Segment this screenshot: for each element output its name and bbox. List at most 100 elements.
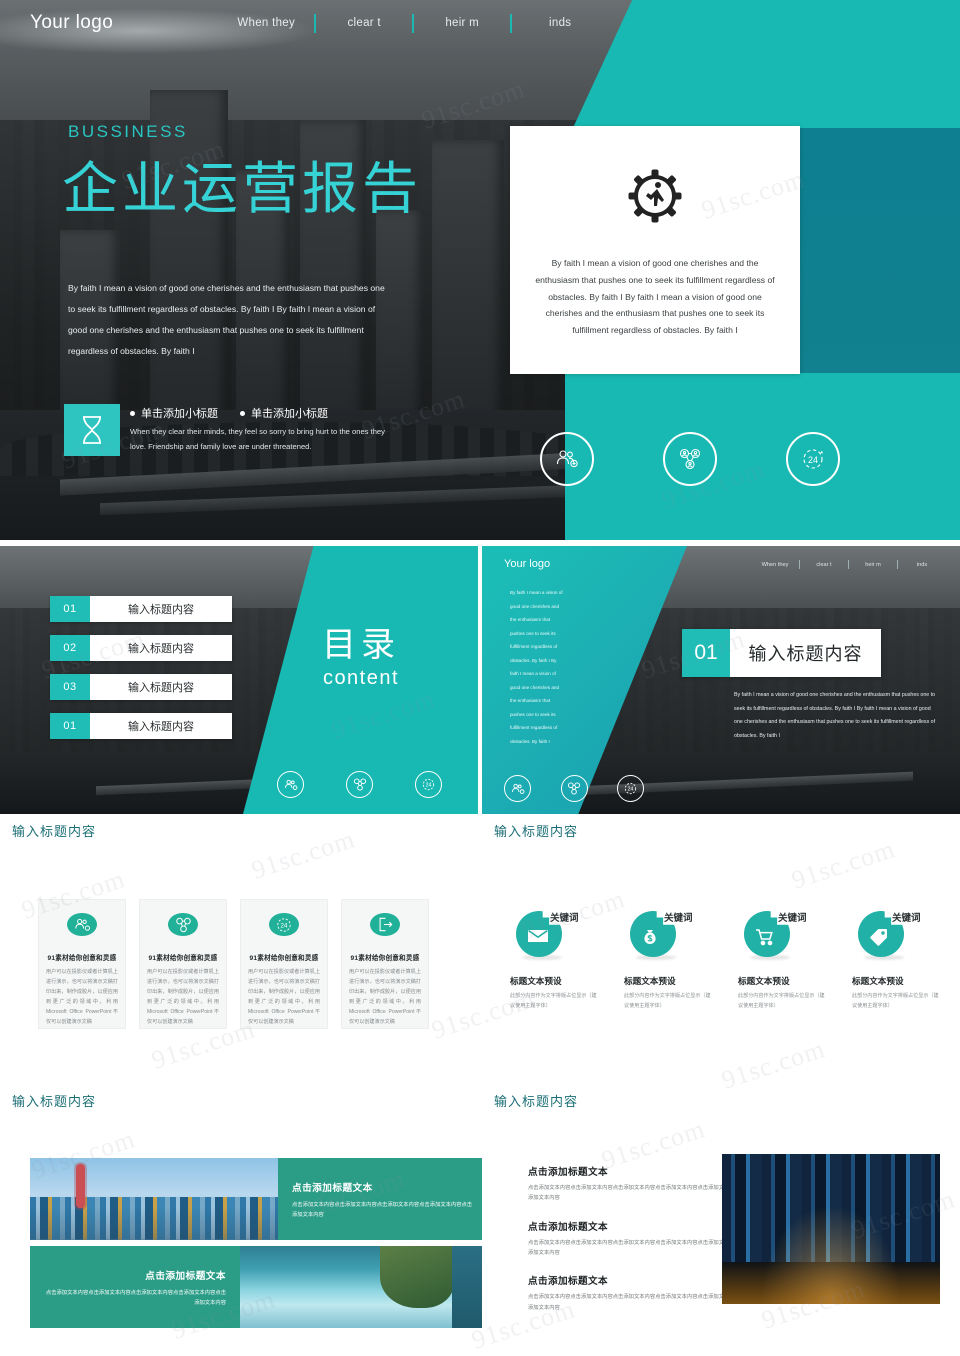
toc-title-cn: 目录 (322, 626, 400, 664)
feature-card[interactable]: 24 91素材给你创意和灵感 用户可以在投影仪或者计算机上进行演示，也可以将演示… (240, 899, 328, 1029)
toc-label: 输入标题内容 (90, 674, 232, 700)
keyword-badge: 关键词 (630, 911, 693, 960)
toc-circle-icons: 24 (277, 771, 442, 798)
logo[interactable]: Your logo (30, 12, 113, 34)
exit-door-icon (370, 913, 400, 937)
nav-item-2[interactable]: heir m (414, 17, 510, 29)
detail-label: 输入标题内容 (730, 629, 881, 677)
detail-nav: When they clear t heir m inds (751, 560, 946, 569)
detail-slide: Your logo When they clear t heir m inds … (482, 546, 960, 814)
hourglass-icon (64, 404, 120, 456)
shanghai-skyline-day-photo (30, 1158, 278, 1240)
nav-item-3[interactable]: inds (898, 562, 946, 568)
bullet-dot-icon (130, 410, 135, 416)
row-slides-2: 目录 content 01 输入标题内容 02 输入标题内容 03 输入标题内容… (0, 546, 960, 814)
users-add-icon[interactable] (504, 775, 531, 802)
nav-item-0[interactable]: When they (218, 17, 314, 29)
bullet-label: 单击添加小标题 (251, 408, 328, 420)
toc-row[interactable]: 01 输入标题内容 (50, 713, 232, 739)
logo[interactable]: Your logo (504, 558, 550, 570)
nav-item-0[interactable]: When they (751, 562, 799, 568)
hero-circle-icons: 24 (540, 432, 840, 486)
hero-card-text: By faith I mean a vision of good one che… (535, 258, 775, 335)
keyword-title: 标题文本预设 (624, 976, 676, 986)
nav-item-3[interactable]: inds (512, 17, 608, 29)
network-people-icon[interactable] (560, 775, 588, 802)
keyword-list: 关键词 标题文本预设 此部分内容作为文字排版占位显示（建议使用主题字体） 关键词… (510, 911, 942, 1011)
24-hours-icon[interactable]: 24 (617, 775, 644, 802)
svg-text:24: 24 (628, 787, 634, 793)
keyword-item[interactable]: 关键词 标题文本预设 此部分内容作为文字排版占位显示（建议使用主题字体） (510, 911, 600, 1011)
keyword-title: 标题文本预设 (510, 976, 562, 986)
text-item-heading: 点击添加标题文本 (528, 1276, 608, 1288)
toc-number: 01 (50, 596, 90, 622)
keyword-badge: 关键词 (744, 911, 807, 960)
hero-dark-teal-accent (790, 128, 960, 373)
feature-card[interactable]: 91素材给你创意和灵感 用户可以在投影仪或者计算机上进行演示，也可以将演示文稿打… (341, 899, 429, 1029)
nav-item-2[interactable]: heir m (849, 562, 897, 568)
toc-title-en: content (322, 667, 400, 690)
hero-title: 企业运营报告 (62, 157, 422, 222)
keyword-item[interactable]: 关键词 标题文本预设 此部分内容作为文字排版占位显示（建议使用主题字体） (624, 911, 714, 1011)
page-title: 输入标题内容 (12, 824, 97, 839)
gear-runner-icon (627, 168, 683, 229)
image-block-row: 点击添加标题文本 点击添加文本内容点击添加文本内容点击添加文本内容点击添加文本内… (30, 1246, 488, 1328)
bullet-item-0: 单击添加小标题 (130, 405, 218, 421)
keyword-word: 关键词 (664, 913, 693, 924)
text-item-body: 点击添加文本内容点击添加文本内容点击添加文本内容点击添加文本内容点击添加文本内容… (528, 1294, 751, 1311)
network-people-icon[interactable] (346, 771, 373, 798)
bullet-item-1: 单击添加小标题 (240, 405, 328, 421)
bullet-label: 单击添加小标题 (141, 408, 218, 420)
users-add-icon[interactable] (540, 432, 594, 486)
text-item-body: 点击添加文本内容点击添加文本内容点击添加文本内容点击添加文本内容点击添加文本内容… (528, 1185, 751, 1202)
toc-heading: 目录 content (266, 626, 456, 690)
text-item-heading: 点击添加标题文本 (528, 1167, 608, 1178)
lake-waterfall-photo (240, 1246, 488, 1328)
toc-label: 输入标题内容 (90, 713, 232, 739)
hero-bullet-row: 单击添加小标题 单击添加小标题 (130, 405, 400, 421)
detail-paragraph: By faith I mean a vision of good one che… (734, 692, 936, 739)
keyword-body: 此部分内容作为文字排版占位显示（建议使用主题字体） (510, 993, 597, 1009)
keyword-word: 关键词 (550, 913, 579, 924)
nav-item-1[interactable]: clear t (800, 562, 848, 568)
svg-text:24: 24 (426, 783, 432, 789)
detail-side-text: By faith I mean a vision of good one che… (510, 590, 563, 745)
toc-row[interactable]: 02 输入标题内容 (50, 635, 232, 661)
hero-eyebrow: BUSSINESS (68, 122, 188, 141)
hero-white-card: By faith I mean a vision of good one che… (510, 126, 800, 374)
card-title: 91素材给你创意和灵感 (47, 955, 117, 963)
nav-item-1[interactable]: clear t (316, 17, 412, 29)
feature-card-list: 91素材给你创意和灵感 用户可以在投影仪或者计算机上进行演示，也可以将演示文稿打… (38, 899, 429, 1029)
cards-slide: 输入标题内容 91素材给你创意和灵感 用户可以在投影仪或者计算机上进行演示，也可… (0, 816, 478, 1084)
shopping-cart-icon (755, 928, 775, 951)
network-people-icon[interactable] (663, 432, 717, 486)
keyword-badge: 关键词 (516, 911, 579, 960)
keyword-body: 此部分内容作为文字排版占位显示（建议使用主题字体） (624, 993, 711, 1009)
users-add-icon[interactable] (277, 771, 304, 798)
keyword-item[interactable]: 关键词 标题文本预设 此部分内容作为文字排版占位显示（建议使用主题字体） (738, 911, 828, 1011)
toc-label: 输入标题内容 (90, 635, 232, 661)
bullet-dot-icon (240, 410, 245, 416)
24-hours-icon[interactable]: 24 (786, 432, 840, 486)
page-title: 输入标题内容 (494, 824, 579, 839)
toc-row[interactable]: 03 输入标题内容 (50, 674, 232, 700)
feature-card[interactable]: 91素材给你创意和灵感 用户可以在投影仪或者计算机上进行演示，也可以将演示文稿打… (139, 899, 227, 1029)
images-slide: 输入标题内容 点击添加标题文本 点击添加文本内容点击添加文本内容点击添加文本内容… (0, 1086, 488, 1356)
svg-text:24: 24 (808, 455, 818, 465)
network-people-icon (168, 913, 198, 937)
text-item-list: 点击添加标题文本 点击添加文本内容点击添加文本内容点击添加文本内容点击添加文本内… (528, 1164, 753, 1328)
image-block-text: 点击添加标题文本 点击添加文本内容点击添加文本内容点击添加文本内容点击添加文本内… (278, 1158, 488, 1240)
row-slides-4: 输入标题内容 点击添加标题文本 点击添加文本内容点击添加文本内容点击添加文本内容… (0, 1086, 960, 1356)
24-hours-icon[interactable]: 24 (415, 771, 442, 798)
feature-card[interactable]: 91素材给你创意和灵感 用户可以在投影仪或者计算机上进行演示，也可以将演示文稿打… (38, 899, 126, 1029)
envelope-icon (527, 928, 549, 949)
toc-row[interactable]: 01 输入标题内容 (50, 596, 232, 622)
block-body: 点击添加文本内容点击添加文本内容点击添加文本内容点击添加文本内容点击添加文本内容 (45, 1290, 226, 1307)
keyword-word: 关键词 (778, 913, 807, 924)
hero-paragraph: By faith I mean a vision of good one che… (68, 283, 385, 357)
shanghai-night-street-photo (722, 1154, 940, 1304)
detail-number: 01 (682, 629, 730, 677)
text-item-body: 点击添加文本内容点击添加文本内容点击添加文本内容点击添加文本内容点击添加文本内容… (528, 1239, 751, 1256)
keyword-item[interactable]: 关键词 标题文本预设 此部分内容作为文字排版占位显示（建议使用主题字体） (852, 911, 942, 1011)
svg-text:24: 24 (281, 922, 288, 929)
